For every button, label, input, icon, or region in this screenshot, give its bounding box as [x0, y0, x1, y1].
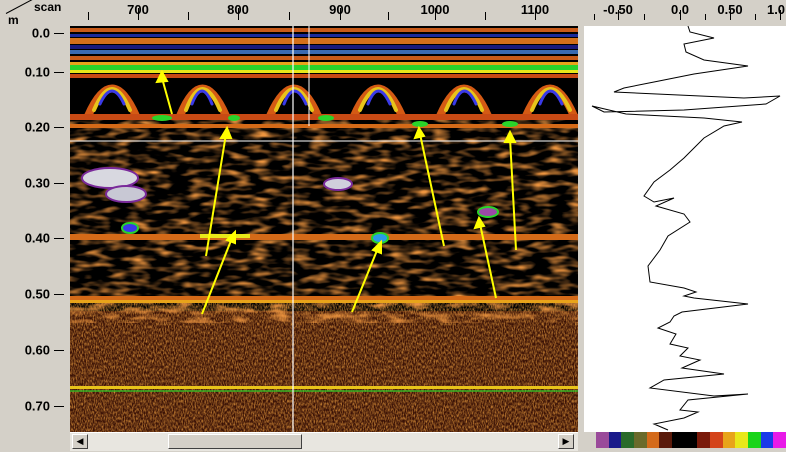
palette-swatch — [646, 432, 660, 448]
amplitude-tick — [644, 14, 645, 20]
amplitude-tick — [730, 10, 731, 20]
scroll-right-button[interactable]: ▶ — [558, 434, 574, 449]
depth-tick — [54, 72, 64, 73]
palette-swatch — [735, 432, 749, 448]
a-scan-trace — [591, 25, 781, 431]
depth-tick-label: 0.10 — [24, 64, 50, 80]
scrollbar-thumb[interactable] — [168, 434, 302, 449]
depth-tick-label: 0.50 — [24, 286, 50, 302]
scan-tick — [88, 12, 89, 20]
corner-divider — [5, 0, 35, 14]
scan-tick — [340, 8, 341, 20]
amplitude-tick — [755, 14, 756, 20]
palette-swatch — [672, 432, 685, 448]
scan-tick — [238, 8, 239, 20]
depth-tick — [54, 406, 64, 407]
depth-tick — [54, 33, 64, 34]
depth-tick-label: 0.60 — [24, 342, 50, 358]
scan-tick — [485, 12, 486, 20]
palette-swatch — [697, 432, 711, 448]
depth-tick — [54, 238, 64, 239]
depth-unit-label: m — [8, 13, 19, 27]
palette-swatch — [684, 432, 698, 448]
palette-swatch — [710, 432, 723, 448]
scan-unit-label: scan — [34, 0, 62, 14]
depth-tick-label: 0.30 — [24, 175, 50, 191]
depth-tick — [54, 127, 64, 128]
scroll-left-button[interactable]: ◀ — [72, 434, 88, 449]
depth-tick-label: 0.40 — [24, 230, 50, 246]
scan-axis: 700 800 900 1000 1100 — [70, 0, 578, 26]
trace-amplitude-axis: -0.50 0.0 0.50 1.0 — [584, 0, 786, 26]
depth-tick — [54, 350, 64, 351]
scan-tick — [138, 8, 139, 20]
depth-tick — [54, 294, 64, 295]
depth-tick-label: 0.70 — [24, 398, 50, 414]
palette-swatch — [621, 432, 635, 448]
scan-tick — [435, 8, 436, 20]
a-scan-trace-panel — [584, 25, 786, 432]
amplitude-tick — [680, 10, 681, 20]
radargram-canvas[interactable] — [70, 26, 578, 432]
amplitude-tick — [705, 14, 706, 20]
axis-corner-label: scan m — [0, 0, 70, 27]
color-palette-bar — [596, 432, 786, 448]
palette-swatch — [596, 432, 609, 448]
depth-tick-label: 0.20 — [24, 119, 50, 135]
palette-swatch — [608, 432, 622, 448]
depth-axis: 0.0 0.10 0.20 0.30 0.40 0.50 0.60 0.70 — [0, 26, 70, 432]
scan-tick — [289, 12, 290, 20]
palette-swatch — [722, 432, 736, 448]
amplitude-tick-label: 1.0 — [766, 2, 786, 17]
palette-swatch — [773, 432, 786, 448]
radargram-image — [70, 26, 578, 432]
amplitude-tick — [594, 14, 595, 20]
palette-swatch — [748, 432, 761, 448]
horizontal-scrollbar[interactable]: ◀ ▶ — [70, 432, 578, 451]
scan-tick — [388, 12, 389, 20]
scan-tick — [535, 8, 536, 20]
amplitude-tick — [780, 10, 781, 20]
amplitude-tick — [618, 10, 619, 20]
depth-tick — [54, 183, 64, 184]
depth-tick-label: 0.0 — [31, 25, 50, 41]
palette-swatch — [634, 432, 647, 448]
scan-tick — [188, 12, 189, 20]
palette-swatch — [659, 432, 673, 448]
palette-swatch — [760, 432, 774, 448]
